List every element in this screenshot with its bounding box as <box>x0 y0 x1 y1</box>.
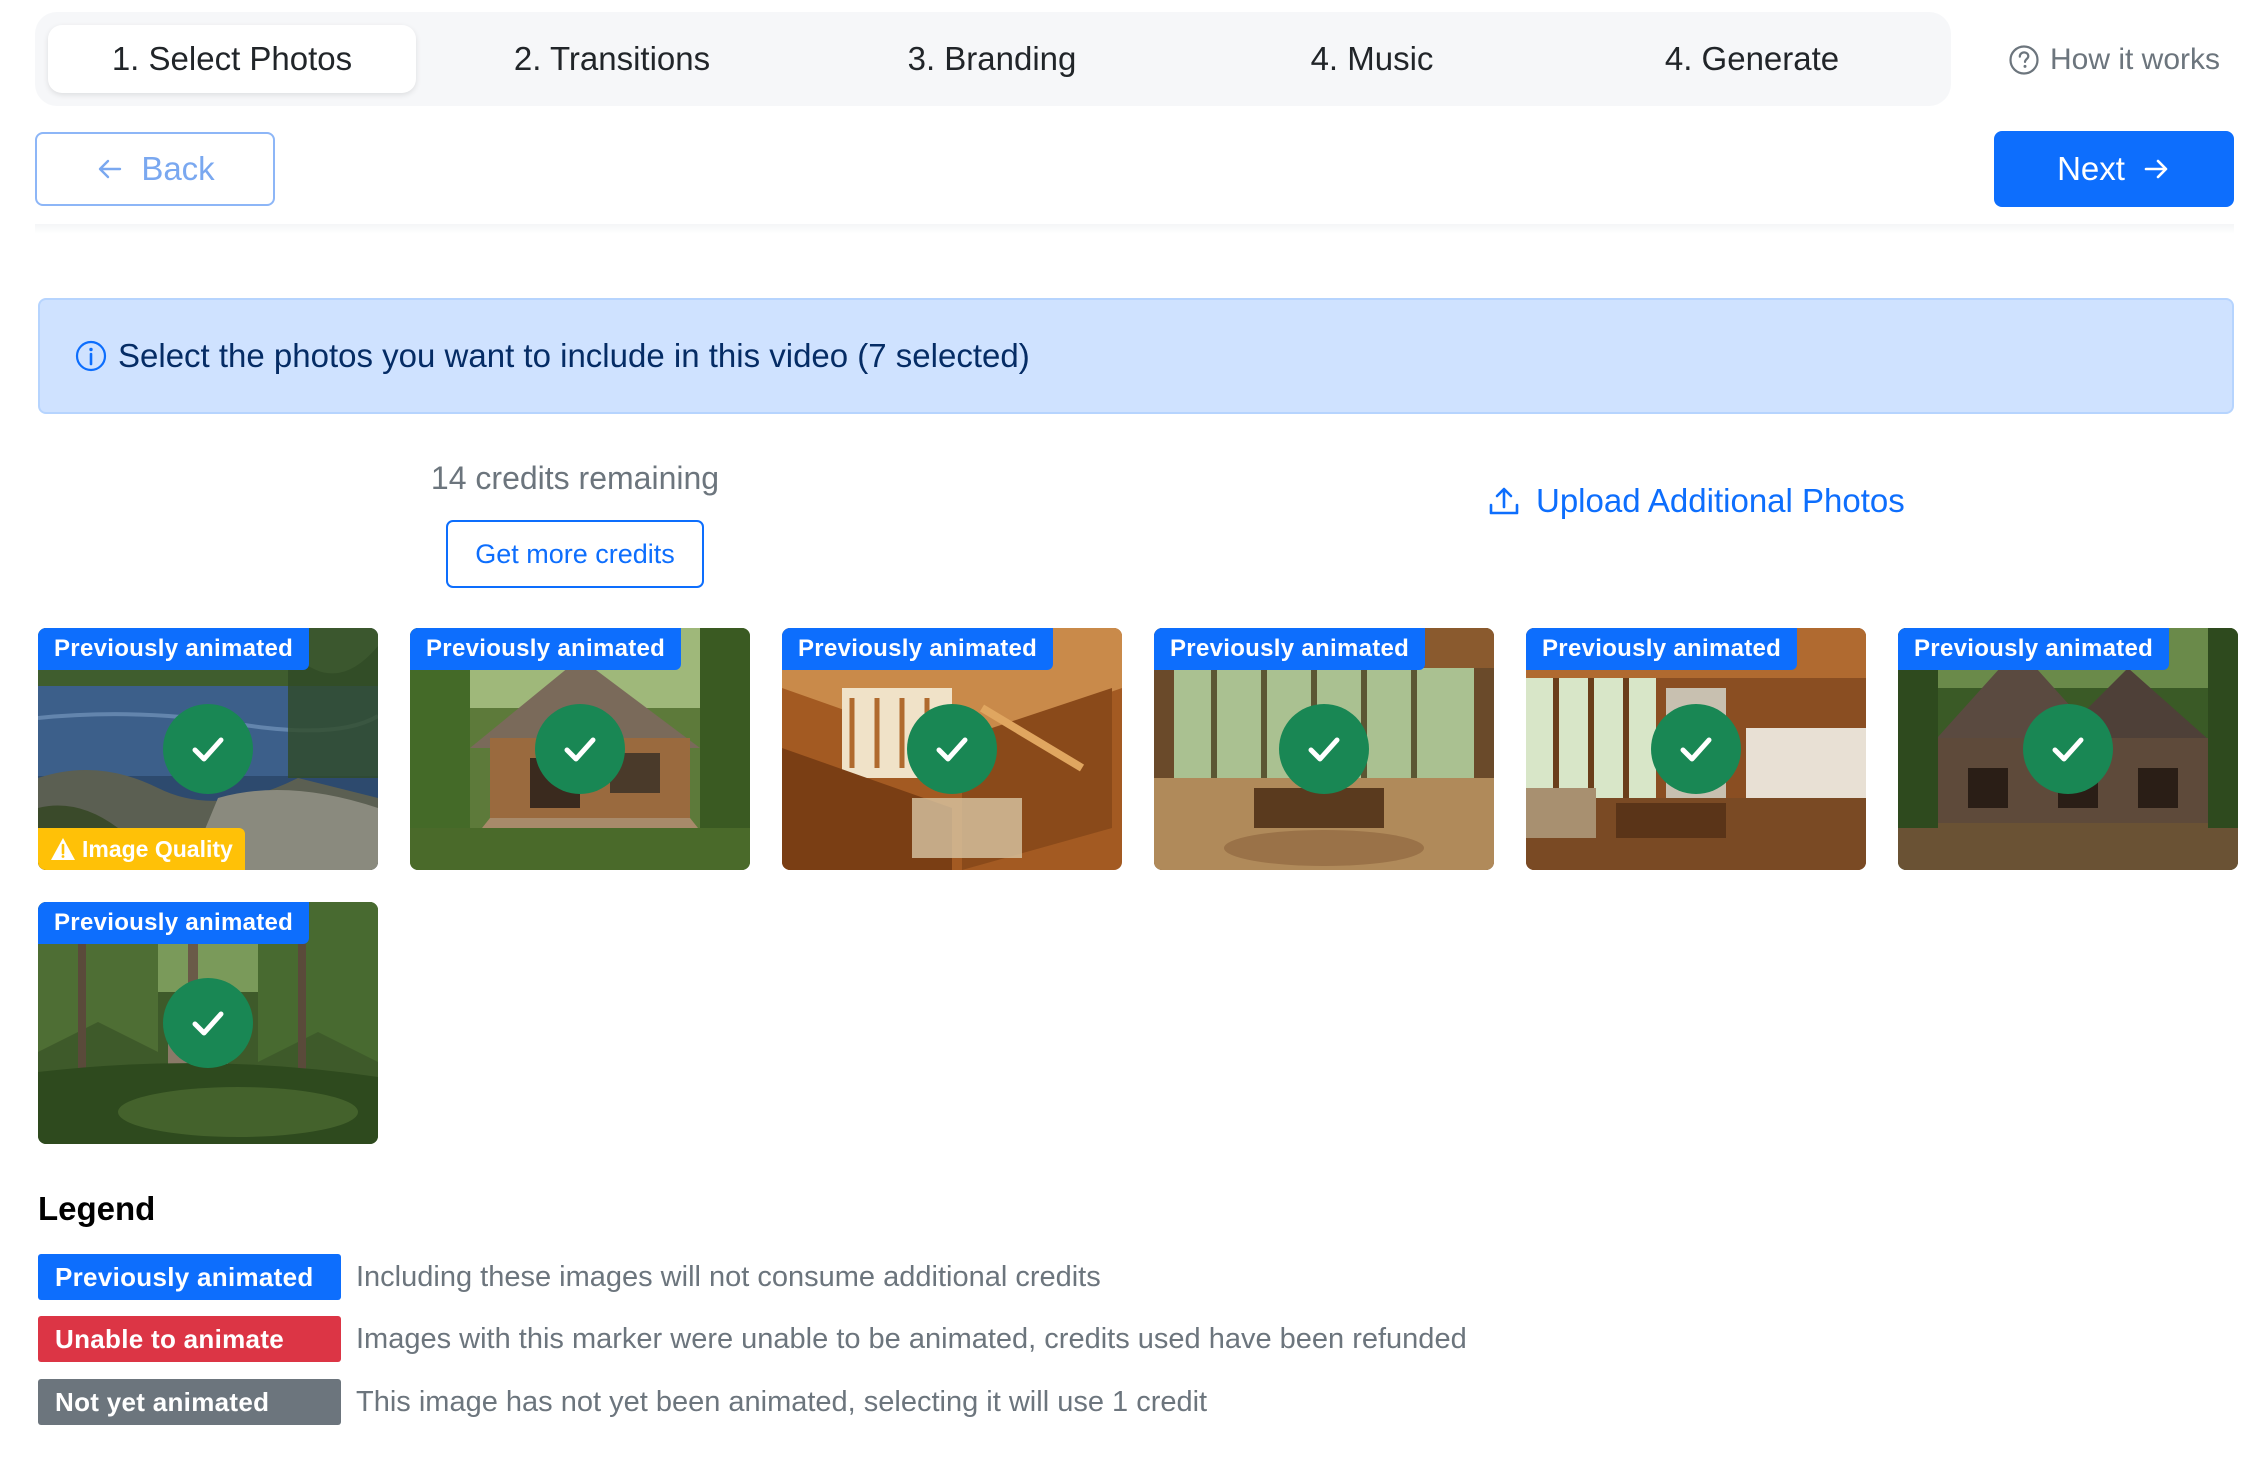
previously-animated-badge: Previously animated <box>782 628 1054 670</box>
selected-check <box>163 704 253 794</box>
upload-icon <box>1489 487 1519 515</box>
upload-label: Upload Additional Photos <box>1536 482 1905 519</box>
alert-text: Select the photos you want to include in… <box>118 337 1030 374</box>
previously-animated-badge: Previously animated <box>38 628 310 670</box>
selected-check <box>2023 704 2113 794</box>
selected-check <box>163 978 253 1068</box>
legend-description: This image has not yet been animated, se… <box>356 1385 1208 1418</box>
previously-animated-badge: Previously animated <box>38 902 310 944</box>
legend-row-unable-to-animate: Unable to animate Images with this marke… <box>38 1316 1467 1362</box>
question-circle-icon <box>2009 45 2039 75</box>
legend-row-not-yet-animated: Not yet animated This image has not yet … <box>38 1379 1207 1425</box>
selected-check <box>907 704 997 794</box>
back-button[interactable]: Back <box>35 132 275 206</box>
get-more-credits-button[interactable]: Get more credits <box>446 520 704 588</box>
how-it-works-link[interactable]: How it works <box>2008 36 2220 84</box>
previously-animated-badge: Previously animated <box>1898 628 2170 670</box>
check-icon <box>192 1011 224 1036</box>
tab-branding[interactable]: 3. Branding <box>808 25 1176 93</box>
tab-generate[interactable]: 4. Generate <box>1568 25 1936 93</box>
legend-chip-previously-animated: Previously animated <box>38 1254 341 1300</box>
legend-title: Legend <box>38 1190 156 1227</box>
selected-check <box>1651 704 1741 794</box>
how-it-works-label: How it works <box>2050 43 2221 76</box>
photo-card-cabin[interactable]: Previously animated <box>410 628 750 870</box>
legend-description: Including these images will not consume … <box>356 1260 1101 1293</box>
legend-row-previously-animated: Previously animated Including these imag… <box>38 1254 1101 1300</box>
warning-icon <box>51 838 75 860</box>
image-quality-label: Image Quality <box>82 835 233 862</box>
upload-photos-link[interactable]: Upload Additional Photos <box>1486 478 1905 524</box>
photo-card-forest[interactable]: Previously animated <box>38 902 378 1144</box>
image-quality-warning: Image Quality <box>38 828 245 870</box>
check-icon <box>1308 737 1340 762</box>
selected-check <box>1279 704 1369 794</box>
legend-chip-unable-to-animate: Unable to animate <box>38 1316 341 1362</box>
check-icon <box>192 737 224 762</box>
next-label: Next <box>2057 150 2125 187</box>
arrow-left-icon <box>99 159 122 179</box>
check-icon <box>1680 737 1712 762</box>
photo-card-cottage[interactable]: Previously animated <box>1898 628 2238 870</box>
info-circle-icon <box>75 340 107 372</box>
check-icon <box>2052 737 2084 762</box>
credits-remaining: 14 credits remaining <box>430 460 720 496</box>
tab-select-photos[interactable]: 1. Select Photos <box>48 25 416 93</box>
selected-check <box>535 704 625 794</box>
photo-card-lake[interactable]: Previously animated Image Quality <box>38 628 378 870</box>
tab-music[interactable]: 4. Music <box>1188 25 1556 93</box>
next-button[interactable]: Next <box>1994 131 2234 207</box>
header-divider <box>35 224 2234 234</box>
legend-description: Images with this marker were unable to b… <box>356 1322 1467 1355</box>
photo-card-living-room[interactable]: Previously animated <box>1526 628 1866 870</box>
tab-transitions[interactable]: 2. Transitions <box>428 25 796 93</box>
previously-animated-badge: Previously animated <box>1154 628 1426 670</box>
back-label: Back <box>141 150 215 187</box>
check-icon <box>564 737 596 762</box>
legend-chip-not-yet-animated: Not yet animated <box>38 1379 341 1425</box>
arrow-right-icon <box>2144 159 2168 179</box>
photo-card-stairwell[interactable]: Previously animated <box>782 628 1122 870</box>
previously-animated-badge: Previously animated <box>1526 628 1798 670</box>
previously-animated-badge: Previously animated <box>410 628 682 670</box>
step-tabs: 1. Select Photos 2. Transitions 3. Brand… <box>35 12 1951 106</box>
check-icon <box>936 737 968 762</box>
info-alert: Select the photos you want to include in… <box>38 298 2234 414</box>
photo-card-sunroom[interactable]: Previously animated <box>1154 628 1494 870</box>
